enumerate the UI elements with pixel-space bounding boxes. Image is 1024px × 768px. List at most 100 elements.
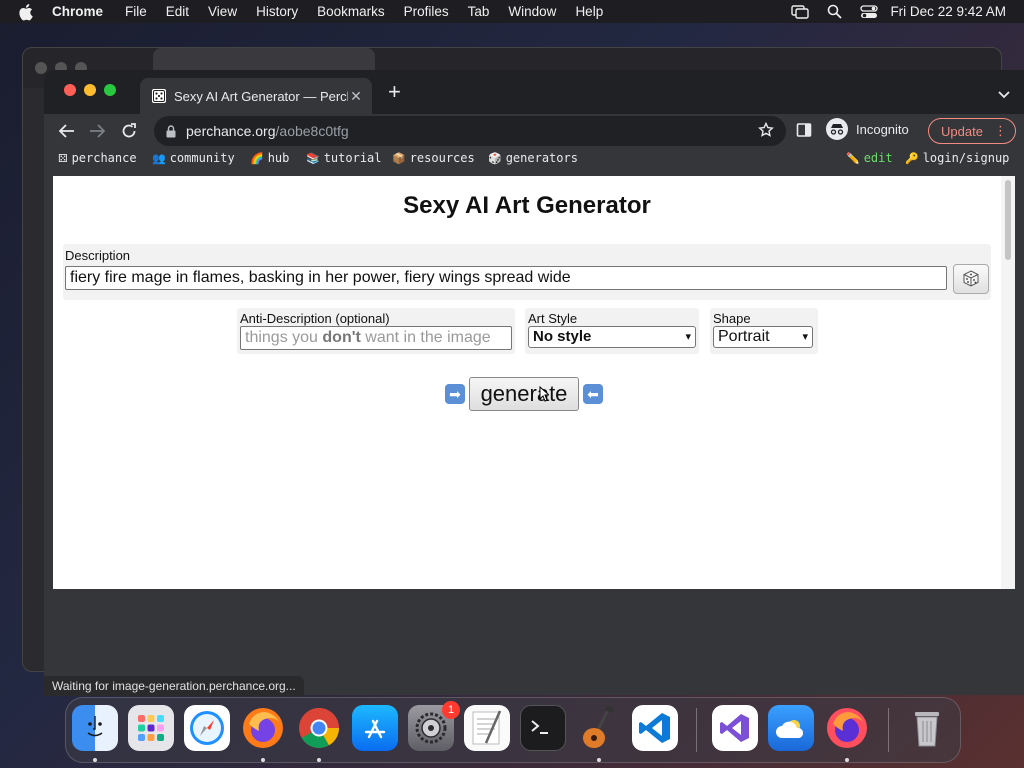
update-label: Update (941, 123, 983, 139)
close-window-button[interactable] (64, 84, 76, 96)
bookmark-hub[interactable]: 🌈 hub (250, 151, 289, 165)
right-arrow-icon: ➡ (445, 384, 465, 404)
books-icon: 📚 (306, 151, 320, 165)
page-scrollbar[interactable] (1001, 176, 1015, 589)
anti-placeholder-pre: things you (245, 329, 323, 346)
generate-button[interactable]: generate (469, 377, 579, 411)
finder-icon[interactable] (72, 705, 118, 751)
settings-notification-badge: 1 (442, 701, 460, 719)
menu-help[interactable]: Help (575, 4, 603, 19)
tab-title: Sexy AI Art Generator — Perch (174, 88, 348, 104)
shape-panel: Shape Portrait ▾ (710, 308, 818, 354)
firefox-icon[interactable] (240, 705, 286, 751)
mouse-cursor-icon (539, 385, 551, 407)
visual-studio-icon[interactable] (712, 705, 758, 751)
browser-window: Sexy AI Art Generator — Perch ✕ + percha… (44, 70, 1024, 695)
menu-tab[interactable]: Tab (468, 4, 490, 19)
description-input[interactable]: fiery fire mage in flames, basking in he… (65, 266, 947, 290)
zoom-window-button[interactable] (104, 84, 116, 96)
chevron-down-icon: ▾ (685, 331, 691, 343)
vscode-icon[interactable] (632, 705, 678, 751)
control-center-icon[interactable] (860, 4, 879, 19)
minimize-window-button[interactable] (84, 84, 96, 96)
dock-separator (696, 708, 697, 752)
back-arrow-icon[interactable] (56, 120, 78, 142)
scrollbar-thumb[interactable] (1005, 180, 1011, 260)
menu-app-chrome[interactable]: Chrome (52, 4, 103, 19)
address-bar[interactable]: perchance.org/aobe8c0tfg (154, 116, 786, 146)
bookmark-perchance[interactable]: ⚄ perchance (58, 151, 137, 165)
garageband-running-dot (597, 758, 601, 762)
key-icon: 🔑 (905, 151, 919, 165)
screen-mirroring-icon[interactable] (791, 4, 810, 19)
update-button[interactable]: Update ⋮ (928, 118, 1016, 144)
generate-row: ➡ generate ⬅ (445, 377, 603, 411)
bookmark-tutorial-label: tutorial (323, 151, 382, 165)
menu-profiles[interactable]: Profiles (404, 4, 449, 19)
apple-menu-icon[interactable] (18, 3, 36, 21)
lock-icon[interactable] (166, 124, 176, 138)
page-title: Sexy AI Art Generator (403, 192, 651, 219)
launchpad-icon[interactable] (128, 705, 174, 751)
shape-value: Portrait (718, 328, 770, 345)
menu-window[interactable]: Window (508, 4, 556, 19)
description-panel: Description fiery fire mage in flames, b… (63, 244, 991, 300)
textedit-icon[interactable] (464, 705, 510, 751)
firefox-running-dot (261, 758, 265, 762)
menu-history[interactable]: History (256, 4, 298, 19)
new-tab-icon[interactable]: + (388, 81, 401, 103)
incognito-indicator[interactable]: Incognito (826, 118, 909, 140)
window-controls (64, 84, 116, 96)
menu-edit[interactable]: Edit (166, 4, 189, 19)
menubar-clock[interactable]: Fri Dec 22 9:42 AM (890, 4, 1006, 19)
anti-description-input[interactable]: things you don't want in the image (240, 326, 512, 350)
app-store-icon[interactable] (352, 705, 398, 751)
incognito-icon (826, 118, 848, 140)
safari-icon[interactable] (184, 705, 230, 751)
menu-file[interactable]: File (125, 4, 147, 19)
garageband-icon[interactable] (576, 705, 622, 751)
finder-running-dot (93, 758, 97, 762)
bookmark-edit[interactable]: ✏️ edit (846, 151, 893, 165)
bookmark-generators[interactable]: 🎲 generators (488, 151, 578, 165)
weather-icon[interactable] (768, 705, 814, 751)
incognito-label: Incognito (856, 121, 909, 137)
box-icon: 📦 (392, 151, 406, 165)
active-tab[interactable]: Sexy AI Art Generator — Perch ✕ (140, 78, 372, 114)
menu-bookmarks[interactable]: Bookmarks (317, 4, 385, 19)
forward-arrow-icon[interactable] (86, 120, 108, 142)
art-style-value: No style (533, 328, 592, 345)
spotlight-search-icon[interactable] (827, 4, 843, 19)
chrome-icon[interactable] (296, 705, 342, 751)
menu-view[interactable]: View (208, 4, 237, 19)
dice-icon (963, 270, 979, 287)
side-panel-icon[interactable] (796, 122, 812, 143)
terminal-icon[interactable] (520, 705, 566, 751)
macos-menubar: Chrome File Edit View History Bookmarks … (0, 0, 1024, 23)
tab-search-chevron-icon[interactable] (998, 86, 1010, 104)
firefox-dev-icon[interactable] (824, 705, 870, 751)
bookmark-star-icon[interactable] (758, 121, 774, 141)
bookmark-hub-label: hub (267, 151, 290, 165)
bookmark-community[interactable]: 👥 community (152, 151, 235, 165)
bookmark-edit-label: edit (863, 151, 893, 165)
dice-icon: ⚄ (58, 151, 68, 165)
bookmark-tutorial[interactable]: 📚 tutorial (306, 151, 382, 165)
bookmark-login[interactable]: 🔑 login/signup (905, 151, 1009, 165)
system-settings-icon[interactable]: 1 (408, 701, 460, 751)
anti-placeholder-post: want in the image (360, 329, 491, 346)
randomize-dice-button[interactable] (953, 264, 989, 294)
close-tab-icon[interactable]: ✕ (348, 88, 364, 105)
dock-separator (888, 708, 889, 752)
more-vertical-icon[interactable]: ⋮ (994, 123, 1007, 139)
shape-select[interactable]: Portrait ▾ (713, 326, 813, 348)
bookmark-resources[interactable]: 📦 resources (392, 151, 475, 165)
art-style-select[interactable]: No style ▾ (528, 326, 696, 348)
art-style-label: Art Style (528, 311, 578, 326)
description-label: Description (65, 248, 131, 263)
left-arrow-icon: ⬅ (583, 384, 603, 404)
art-style-panel: Art Style No style ▾ (525, 308, 699, 354)
reload-icon[interactable] (118, 120, 140, 142)
url-host: perchance.org (186, 123, 276, 139)
trash-icon[interactable] (904, 705, 950, 751)
